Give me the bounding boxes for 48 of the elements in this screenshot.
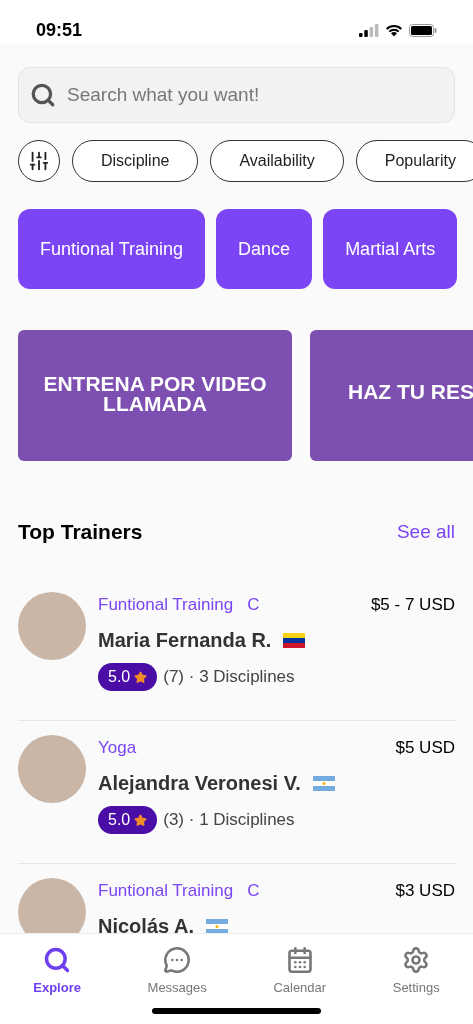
search-icon [30, 82, 56, 108]
search-field[interactable]: Search what you want! [18, 67, 455, 123]
banner-title: ENTRENA POR VIDEO LLAMADA [42, 374, 268, 414]
wifi-icon [385, 23, 403, 37]
section-title: Top Trainers [18, 519, 143, 545]
price: $5 USD [395, 736, 455, 759]
price: $5 - 7 USD [370, 593, 455, 616]
filter-chip[interactable]: Discipline [72, 140, 199, 182]
flag-icon [205, 918, 228, 934]
rating-badge: 5.0 [98, 806, 158, 834]
discipline-tag: Yoga [98, 734, 137, 760]
rating-badge: 5.0 [98, 663, 158, 691]
trainer-name: Nicolás A. [98, 914, 194, 939]
filter-chip[interactable]: Availability [210, 140, 344, 182]
star-icon [134, 813, 148, 827]
nav-tab[interactable]: Calendar [273, 946, 327, 998]
review-info: (3) · 1 Disciplines [163, 809, 295, 832]
nav-tab[interactable]: Explore [33, 946, 81, 998]
discipline-tag: C [247, 591, 260, 617]
search-icon [43, 946, 72, 974]
review-info: (7) · 3 Disciplines [163, 666, 295, 689]
flag-icon [312, 775, 335, 791]
discipline-tag: Funtional Training [98, 877, 234, 903]
banner-title: HAZ TU RES [348, 382, 473, 402]
trainer-name: Maria Fernanda R. [98, 628, 272, 653]
discipline-tag: Funtional Training [98, 591, 234, 617]
promo-banner[interactable]: HAZ TU RES [310, 330, 473, 461]
category-button[interactable]: Dance [216, 209, 313, 289]
chat-bubble-icon [163, 946, 192, 974]
status-time: 09:51 [36, 18, 83, 42]
trainer-name: Alejandra Veronesi V. [98, 771, 301, 796]
flag-icon [283, 632, 306, 648]
settings-icon [402, 946, 431, 974]
see-all-link[interactable]: See all [396, 517, 455, 546]
category-button[interactable]: Funtional Training [18, 209, 206, 289]
nav-tab[interactable]: Messages [147, 946, 207, 998]
discipline-tag: C [247, 877, 260, 903]
price: $3 USD [395, 879, 455, 902]
filter-button[interactable] [18, 140, 60, 182]
promo-banner[interactable]: ENTRENA POR VIDEO LLAMADA [18, 330, 292, 461]
battery-icon [409, 23, 437, 37]
calendar-icon [285, 946, 314, 974]
signal-icon [359, 23, 379, 37]
category-button[interactable]: Martial Arts [323, 209, 458, 289]
filter-chip[interactable]: Popularity [355, 140, 473, 182]
star-icon [134, 670, 148, 684]
sliders-icon [28, 150, 50, 172]
nav-tab[interactable]: Settings [392, 946, 440, 998]
